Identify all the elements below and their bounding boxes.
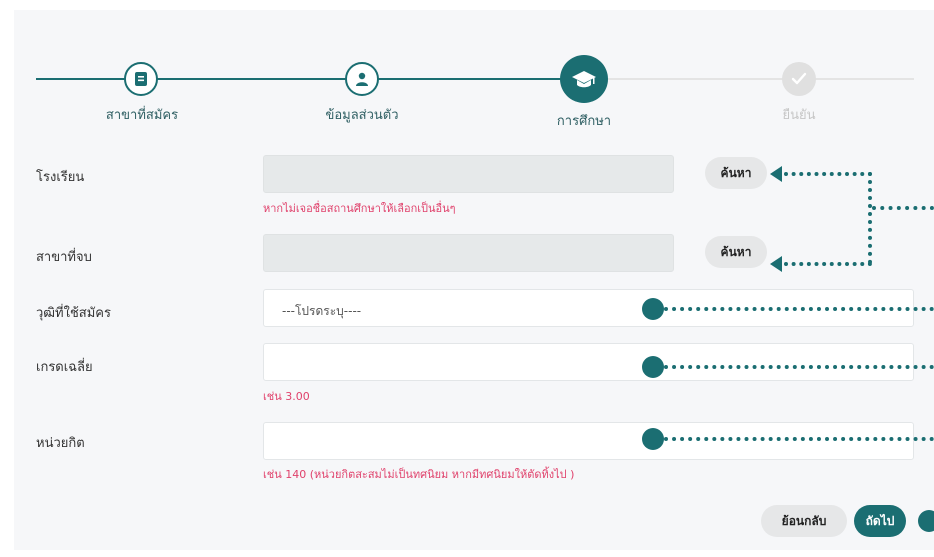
major-search-button[interactable]: ค้นหา (705, 236, 767, 268)
pointer-dot-credits (642, 428, 664, 450)
person-icon (356, 72, 368, 86)
step-3-label: การศึกษา (556, 114, 612, 129)
pointer-line (784, 172, 872, 176)
step-1-label: สาขาที่สมัคร (105, 108, 179, 123)
step-1-circle[interactable] (124, 62, 158, 96)
gpa-hint: เช่น 3.00 (263, 390, 310, 403)
pointer-line (784, 262, 872, 266)
credits-hint: เช่น 140 (หน่วยกิตสะสมไม่เป็นทศนิยม หากม… (263, 468, 575, 481)
school-search-button[interactable]: ค้นหา (705, 157, 767, 189)
step-4-circle[interactable] (782, 62, 816, 96)
stepper-line-pending (584, 78, 914, 80)
step-4-label: ยืนยัน (782, 108, 816, 123)
gpa-field[interactable] (263, 343, 914, 381)
pointer-line (868, 172, 872, 264)
book-icon (135, 72, 147, 86)
step-2-circle[interactable] (345, 62, 379, 96)
pointer-line (664, 365, 934, 369)
arrow-to-school-search (770, 166, 782, 182)
step-2-label: ข้อมูลส่วนตัว (325, 108, 399, 123)
qualification-label: วุฒิที่ใช้สมัคร (36, 306, 111, 321)
pointer-dot-next (918, 510, 934, 532)
arrow-to-major-search (770, 256, 782, 272)
credits-label: หน่วยกิต (36, 436, 85, 451)
gpa-label: เกรดเฉลี่ย (36, 360, 93, 375)
qualification-selected: ---โปรดระบุ---- (282, 304, 362, 318)
school-hint: หากไม่เจอชื่อสถานศึกษาให้เลือกเป็นอื่นๆ (263, 202, 456, 215)
pointer-dot-gpa (642, 356, 664, 378)
school-field[interactable] (263, 155, 674, 193)
pointer-line (664, 437, 934, 441)
pointer-line (664, 307, 934, 311)
graduation-cap-icon (572, 71, 596, 88)
major-field[interactable] (263, 234, 674, 272)
checkmark-icon (791, 72, 807, 85)
pointer-line (872, 206, 934, 210)
stepper-line-completed (36, 78, 584, 80)
next-button[interactable]: ถัดไป (854, 505, 906, 537)
school-label: โรงเรียน (36, 170, 85, 185)
major-label: สาขาที่จบ (36, 250, 92, 265)
credits-field[interactable] (263, 422, 914, 460)
pointer-dot-qualification (642, 298, 664, 320)
step-3-circle[interactable] (560, 55, 608, 103)
back-button[interactable]: ย้อนกลับ (761, 505, 847, 537)
